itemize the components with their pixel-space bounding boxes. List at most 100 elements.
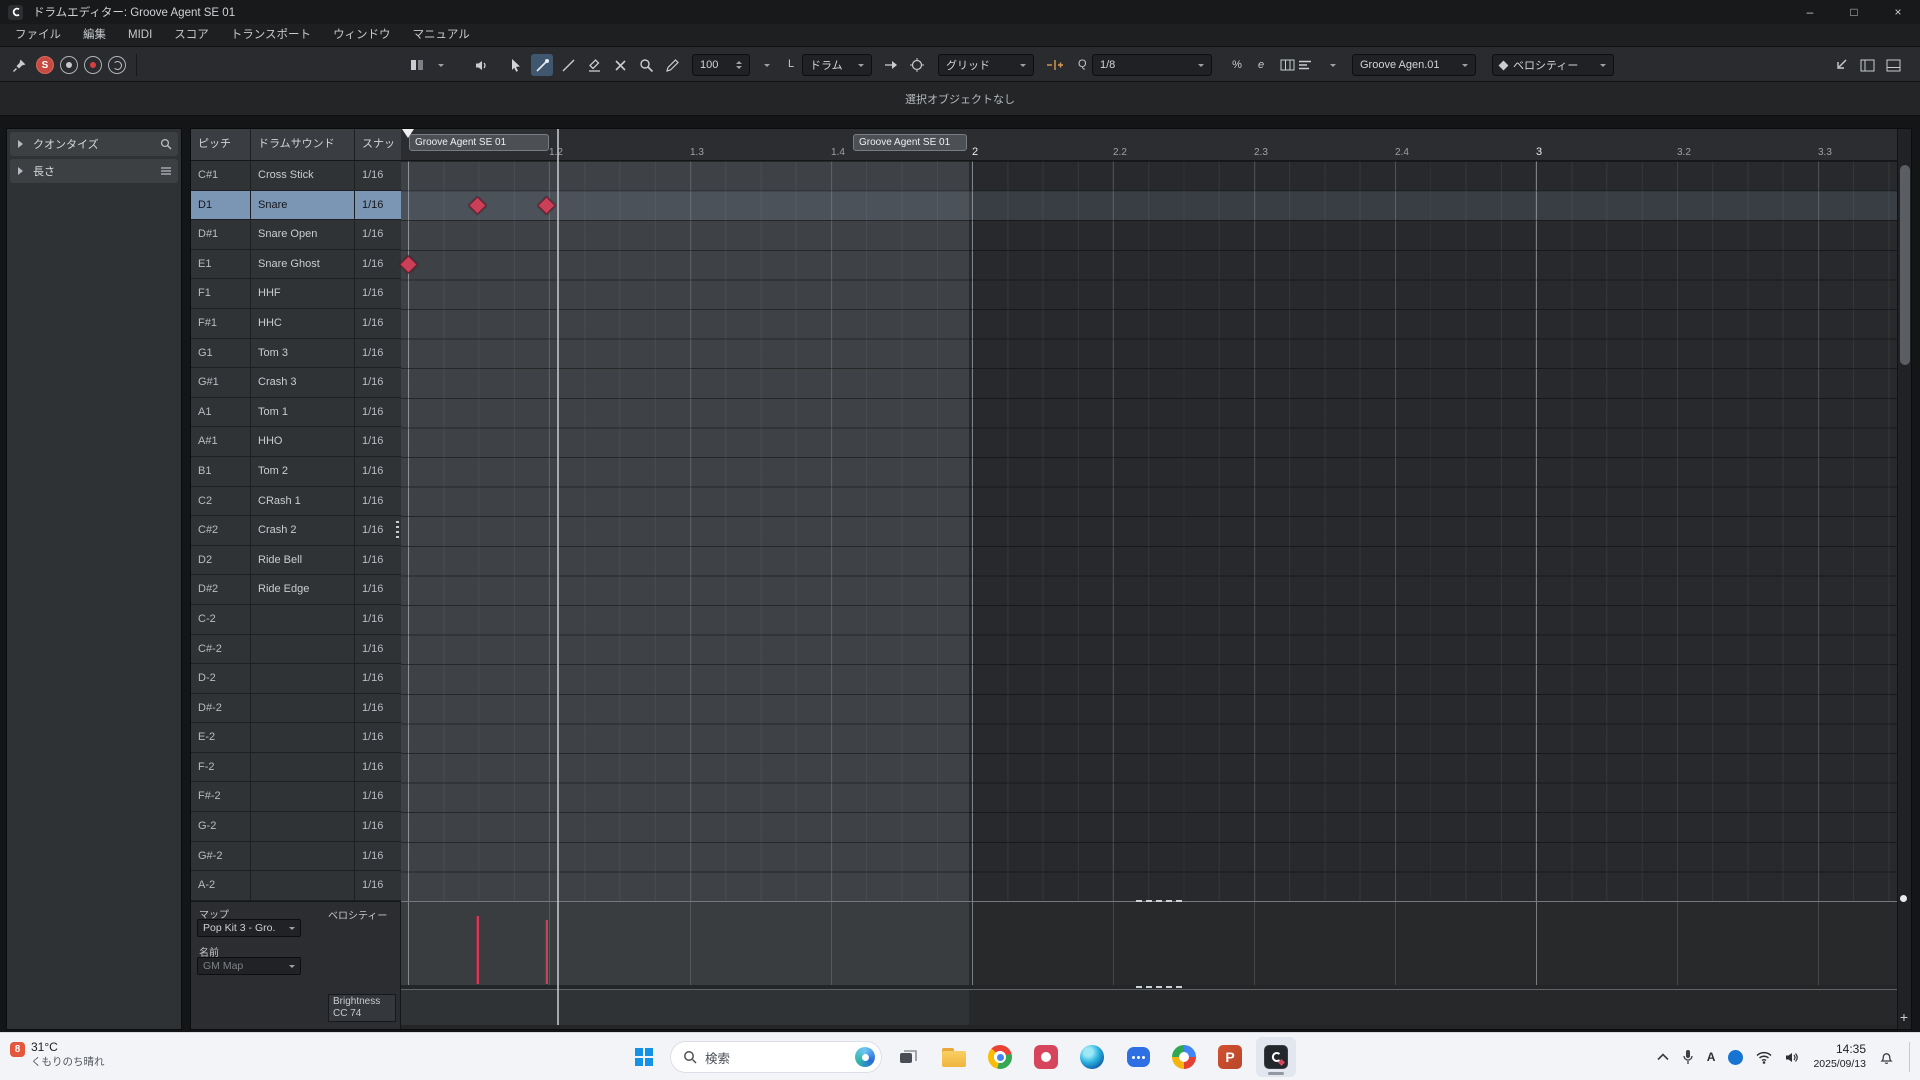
drum-pitch-cell[interactable]: C2 [191, 487, 251, 516]
edge-button[interactable] [1072, 1037, 1112, 1077]
microphone-indicator[interactable] [1682, 1049, 1694, 1065]
drum-row-C#2[interactable]: C#2Crash 21/16 [191, 516, 401, 546]
name-select[interactable]: GM Map [197, 957, 301, 975]
drum-snap-cell[interactable]: 1/16 [355, 279, 401, 308]
drum-row-C#-2[interactable]: C#-21/16 [191, 635, 401, 665]
drum-snap-cell[interactable]: 1/16 [355, 723, 401, 752]
pin-icon[interactable] [8, 54, 30, 76]
ime-indicator[interactable]: A [1707, 1050, 1716, 1064]
minimize-button[interactable]: – [1788, 0, 1832, 24]
search-highlights-icon[interactable] [855, 1047, 875, 1067]
drum-row-G#1[interactable]: G#1Crash 31/16 [191, 368, 401, 398]
volume-button[interactable] [1785, 1051, 1800, 1064]
menu-item-transport[interactable]: トランスポート [220, 24, 322, 46]
drum-row-D#-2[interactable]: D#-21/16 [191, 694, 401, 724]
solo-button[interactable]: S [36, 56, 54, 74]
drum-sound-cell[interactable]: Snare Open [251, 220, 355, 249]
drum-sound-cell[interactable] [251, 871, 355, 900]
drum-sound-cell[interactable] [251, 605, 355, 634]
step-input-button[interactable] [880, 54, 902, 76]
column-header-pitch[interactable]: ピッチ [191, 129, 251, 160]
drum-note-E1[interactable] [399, 255, 417, 273]
notification-button[interactable] [1879, 1050, 1894, 1065]
keys-icon-button[interactable] [1276, 54, 1298, 76]
ruler-part-label[interactable]: Groove Agent SE 01 [409, 134, 549, 151]
project-cursor[interactable] [557, 129, 559, 1025]
drum-pitch-cell[interactable]: A#1 [191, 427, 251, 456]
drum-sound-cell[interactable] [251, 694, 355, 723]
drum-pitch-cell[interactable]: D#2 [191, 575, 251, 604]
drum-pitch-cell[interactable]: C#1 [191, 161, 251, 190]
drum-sound-cell[interactable]: Crash 2 [251, 516, 355, 545]
drum-note-D1[interactable] [537, 196, 555, 214]
powerpoint-button[interactable]: P [1210, 1037, 1250, 1077]
drum-snap-cell[interactable]: 1/16 [355, 427, 401, 456]
drum-pitch-cell[interactable]: F#-2 [191, 782, 251, 811]
column-header-drumsound[interactable]: ドラムサウンド [251, 129, 355, 160]
window-layout-button[interactable] [1882, 54, 1904, 76]
drum-snap-cell[interactable]: 1/16 [355, 516, 401, 545]
audition-speaker-button[interactable] [470, 54, 492, 76]
drum-snap-cell[interactable]: 1/16 [355, 635, 401, 664]
drum-snap-cell[interactable]: 1/16 [355, 309, 401, 338]
object-selection-tool-button[interactable] [505, 54, 527, 76]
drum-snap-cell[interactable]: 1/16 [355, 457, 401, 486]
controller-select[interactable]: ベロシティー [1492, 54, 1614, 76]
drum-sound-cell[interactable]: Crash 3 [251, 368, 355, 397]
browser2-button[interactable] [1164, 1037, 1204, 1077]
tray-chevron-button[interactable] [1657, 1053, 1669, 1061]
lane-divider-handle[interactable] [1136, 986, 1182, 988]
drum-snap-cell[interactable]: 1/16 [355, 694, 401, 723]
velocity-bar[interactable] [476, 916, 479, 984]
draw-tool-button[interactable] [661, 54, 683, 76]
drum-sound-cell[interactable]: HHC [251, 309, 355, 338]
drum-row-A1[interactable]: A1Tom 11/16 [191, 398, 401, 428]
drum-row-G#-2[interactable]: G#-2 1/16 [191, 842, 401, 872]
drum-pitch-cell[interactable]: G#1 [191, 368, 251, 397]
menu-item-file[interactable]: ファイル [4, 24, 72, 46]
task-view-button[interactable] [888, 1037, 928, 1077]
erase-tool-button[interactable] [583, 54, 605, 76]
drum-sound-cell[interactable] [251, 664, 355, 693]
chat-button[interactable] [1118, 1037, 1158, 1077]
drum-row-G1[interactable]: G1Tom 31/16 [191, 339, 401, 369]
drum-snap-cell[interactable]: 1/16 [355, 250, 401, 279]
drum-pitch-cell[interactable]: G#-2 [191, 842, 251, 871]
column-header-snap[interactable]: スナッ [355, 129, 401, 160]
drum-pitch-cell[interactable]: D-2 [191, 664, 251, 693]
drum-row-D#2[interactable]: D#2Ride Edge1/16 [191, 575, 401, 605]
zoom-in-button[interactable]: + [1900, 1009, 1908, 1025]
drum-snap-cell[interactable]: 1/16 [355, 812, 401, 841]
drum-sound-cell[interactable]: Tom 2 [251, 457, 355, 486]
left-zone-toggle-button[interactable] [1856, 54, 1878, 76]
menu-item-edit[interactable]: 編集 [72, 24, 117, 46]
zoom-tool-button[interactable] [635, 54, 657, 76]
quantize-percent-button[interactable]: % [1226, 54, 1248, 76]
drum-snap-cell[interactable]: 1/16 [355, 782, 401, 811]
drum-snap-cell[interactable]: 1/16 [355, 220, 401, 249]
taskbar-search[interactable]: 検索 [670, 1041, 882, 1073]
drum-row-C-2[interactable]: C-21/16 [191, 605, 401, 635]
drum-sound-cell[interactable] [251, 635, 355, 664]
drum-pitch-cell[interactable]: A-2 [191, 871, 251, 900]
drum-sound-cell[interactable]: Snare [251, 191, 355, 220]
drum-pitch-cell[interactable]: D1 [191, 191, 251, 220]
drum-pitch-cell[interactable]: E-2 [191, 723, 251, 752]
drum-snap-cell[interactable]: 1/16 [355, 871, 401, 900]
status-app-button[interactable] [1728, 1050, 1743, 1065]
snap-type-button[interactable] [1042, 54, 1068, 76]
cc-lane-label[interactable]: Brightness CC 74 [328, 994, 396, 1022]
drum-row-F1[interactable]: F1HHF1/16 [191, 279, 401, 309]
drum-snap-cell[interactable]: 1/16 [355, 191, 401, 220]
drum-snap-cell[interactable]: 1/16 [355, 161, 401, 190]
ruler-part-label[interactable]: Groove Agent SE 01 [853, 134, 967, 151]
drum-snap-cell[interactable]: 1/16 [355, 339, 401, 368]
auto-select-controllers-button[interactable] [410, 54, 444, 76]
inspector-section-length[interactable]: 長さ [10, 159, 178, 183]
drum-pitch-cell[interactable]: C-2 [191, 605, 251, 634]
drum-snap-cell[interactable]: 1/16 [355, 842, 401, 871]
drum-snap-cell[interactable]: 1/16 [355, 753, 401, 782]
drum-sound-cell[interactable]: Tom 1 [251, 398, 355, 427]
weather-widget[interactable]: 8 31°C くもりのち晴れ [10, 1040, 105, 1069]
cc-lane[interactable] [401, 989, 1899, 1025]
